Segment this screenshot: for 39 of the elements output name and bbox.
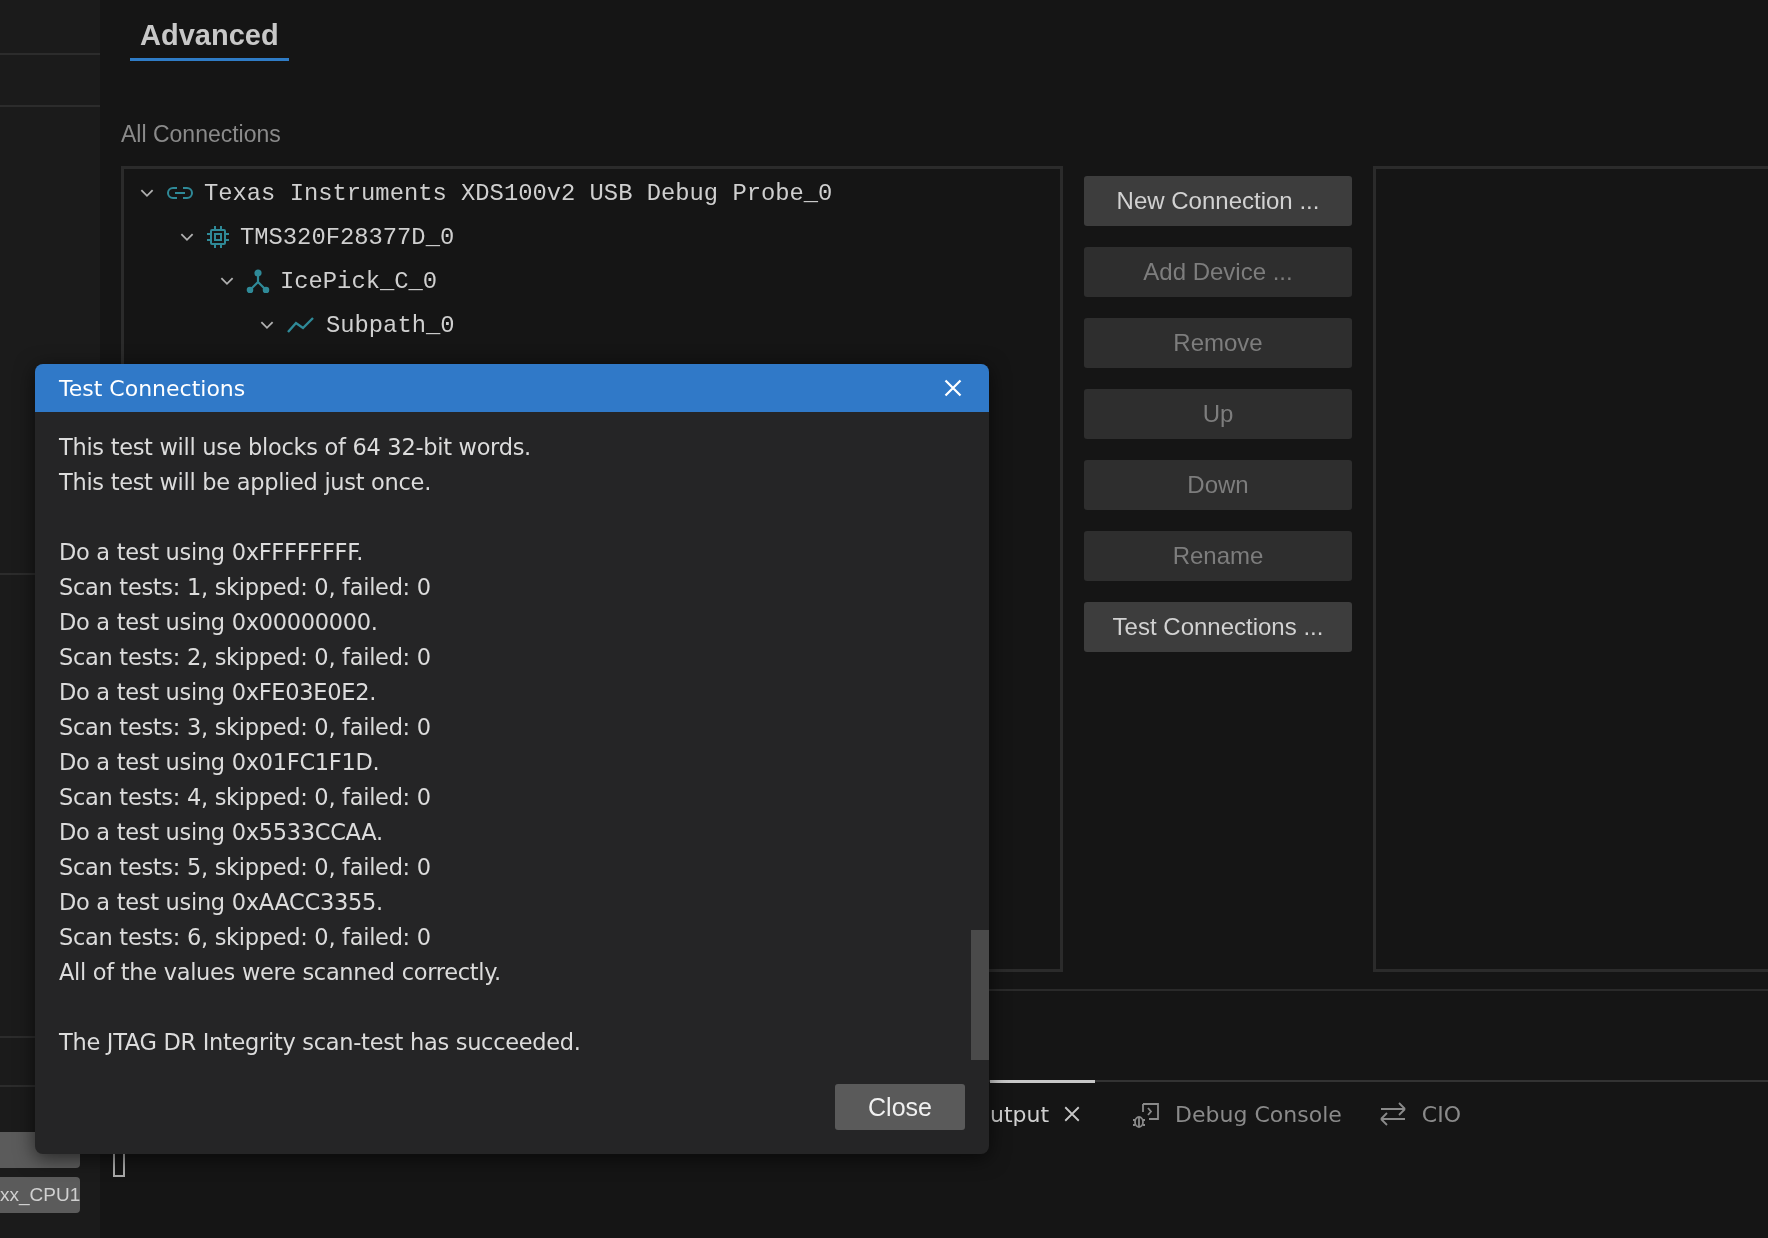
tree-item[interactable]: IcePick_C_0 <box>280 267 438 295</box>
line-graph-icon <box>286 315 316 335</box>
tree-item[interactable]: Subpath_0 <box>326 311 455 339</box>
tree-item[interactable]: TMS320F28377D_0 <box>240 223 455 251</box>
tab-label: CIO <box>1421 1101 1461 1127</box>
link-icon <box>166 185 194 201</box>
log-line: Do a test using 0x5533CCAA. <box>59 818 383 847</box>
panel-tab[interactable]: CIO <box>1377 1080 1461 1145</box>
log-line: All of the values were scanned correctly. <box>59 958 501 987</box>
close-button[interactable]: Close <box>835 1084 965 1130</box>
log-line: Do a test using 0x00000000. <box>59 608 378 637</box>
tree-item[interactable]: Texas Instruments XDS100v2 USB Debug Probe_0 <box>204 179 833 207</box>
section-title: All Connections <box>121 121 282 148</box>
action-button[interactable]: New Connection ... <box>1084 176 1352 226</box>
log-line: Do a test using 0xFE03E0E2. <box>59 678 376 707</box>
log-line: Scan tests: 6, skipped: 0, failed: 0 <box>59 923 431 952</box>
log-line: This test will be applied just once. <box>59 468 431 497</box>
swap-icon <box>1377 1101 1408 1127</box>
log-line: Do a test using 0x01FC1F1D. <box>59 748 380 777</box>
dialog-title: Test Connections <box>59 375 246 401</box>
tab-label: utput <box>990 1101 1050 1127</box>
scrollbar-thumb[interactable] <box>971 930 989 1060</box>
tab[interactable]: Advanced <box>130 19 289 61</box>
log-line: Do a test using 0xFFFFFFFF. <box>59 538 364 567</box>
action-button[interactable]: Test Connections ... <box>1084 602 1352 652</box>
log-line: The JTAG DR Integrity scan-test has succeeded. <box>59 1028 581 1057</box>
log-line: Scan tests: 5, skipped: 0, failed: 0 <box>59 853 431 882</box>
chip-icon <box>206 225 230 249</box>
log-line: This test will use blocks of 64 32-bit words. <box>59 433 531 462</box>
sidebar-item[interactable]: xx_CPU1 <box>0 1177 80 1213</box>
log-line: Scan tests: 3, skipped: 0, failed: 0 <box>59 713 431 742</box>
log-line: Scan tests: 2, skipped: 0, failed: 0 <box>59 643 431 672</box>
panel-tab[interactable]: Debug Console <box>1131 1080 1342 1145</box>
close-icon[interactable] <box>1063 1105 1082 1123</box>
tab-label: Debug Console <box>1175 1101 1342 1127</box>
branch-icon <box>246 269 270 293</box>
log-line: Scan tests: 4, skipped: 0, failed: 0 <box>59 783 431 812</box>
log-line: Do a test using 0xAACC3355. <box>59 888 383 917</box>
log-line: Scan tests: 1, skipped: 0, failed: 0 <box>59 573 431 602</box>
